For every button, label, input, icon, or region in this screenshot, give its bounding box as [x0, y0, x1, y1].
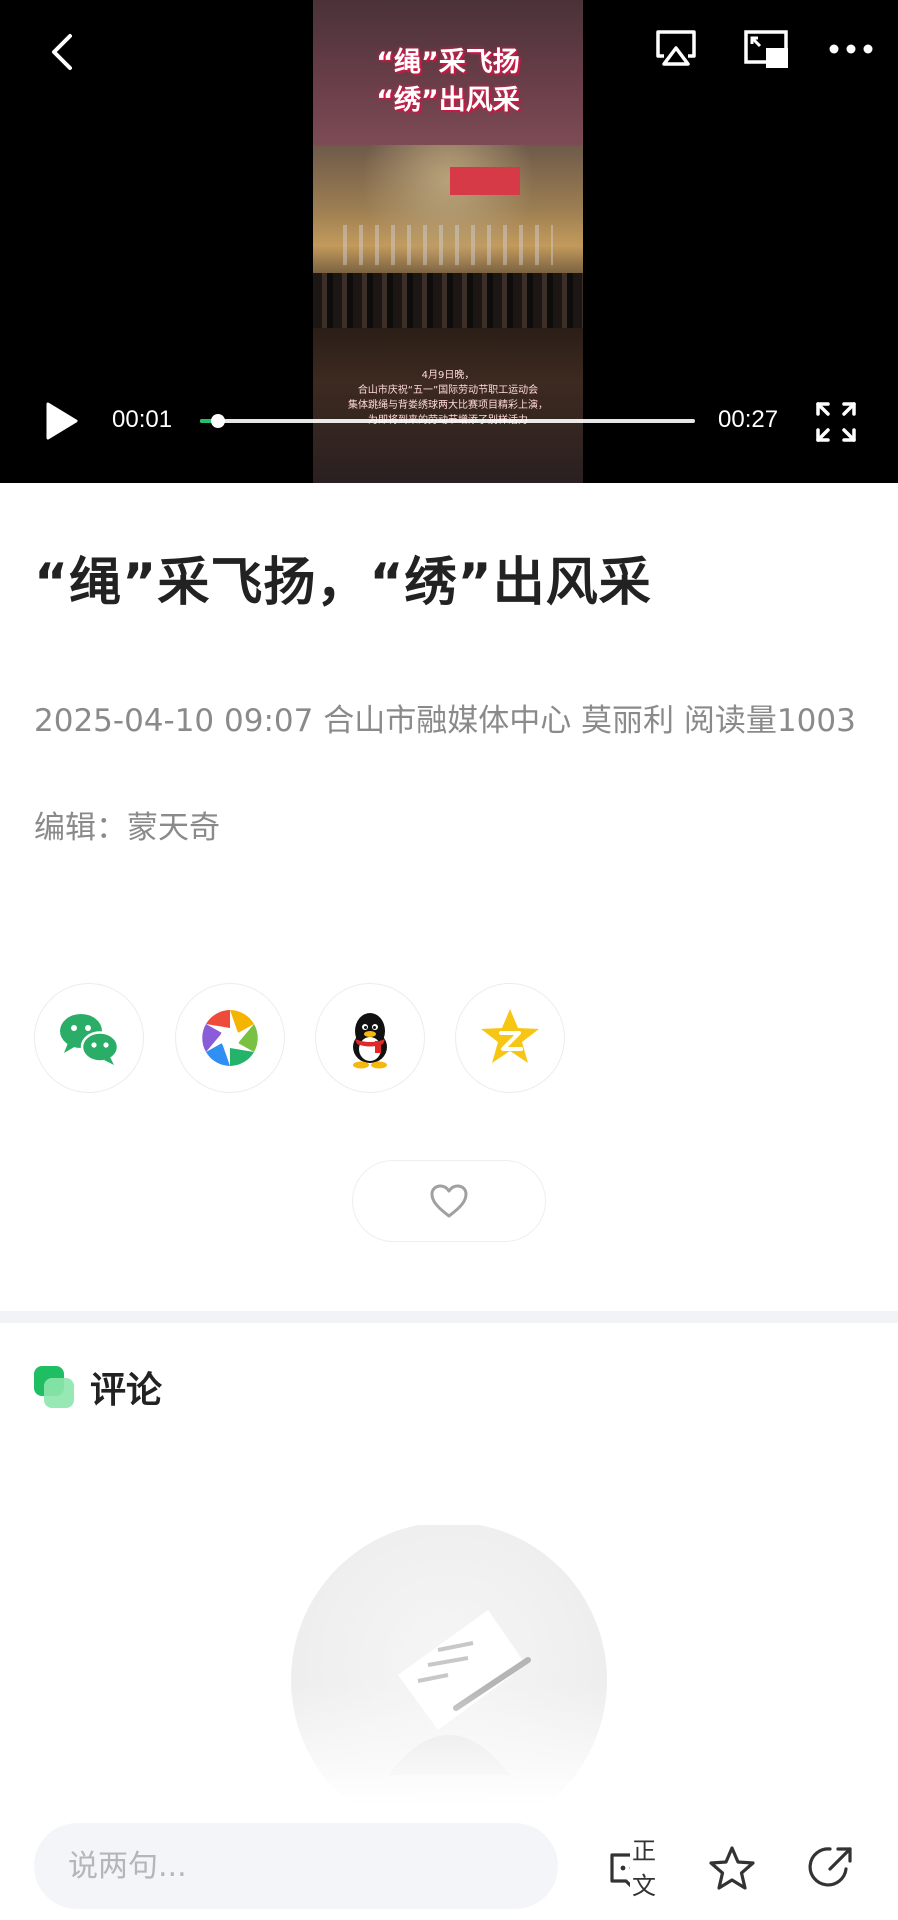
like-button[interactable]	[352, 1160, 546, 1242]
video-frame-caption: 4月9日晚，	[421, 370, 475, 381]
article-headline: “绳”采飞扬，“绣”出风采	[34, 553, 652, 613]
share-qq-button[interactable]	[315, 983, 425, 1093]
picture-in-picture-icon[interactable]	[744, 30, 788, 68]
video-player[interactable]: “绳”采飞扬 “绣”出风采 4月9日晚， 合山市庆祝“五一”国际劳动节职工运动会…	[0, 0, 898, 483]
video-progress-knob[interactable]	[211, 414, 226, 428]
airplay-icon[interactable]	[654, 28, 698, 68]
star-icon[interactable]	[708, 1845, 756, 1891]
bottom-bar: 正文	[0, 1805, 898, 1920]
more-icon[interactable]	[826, 34, 876, 64]
play-icon[interactable]	[42, 400, 80, 442]
article-meta: 2025-04-10 09:07 合山市融媒体中心 莫丽利 阅读量1003	[34, 703, 856, 739]
video-frame-title-line2: “绣”出风采	[376, 85, 520, 116]
video-frame: “绳”采飞扬 “绣”出风采 4月9日晚， 合山市庆祝“五一”国际劳动节职工运动会…	[313, 0, 583, 483]
current-time: 00:01	[112, 406, 173, 433]
moments-icon	[202, 1010, 258, 1066]
qzone-icon	[481, 1009, 539, 1063]
share-icon[interactable]	[808, 1843, 856, 1891]
video-frame-title-line1: “绳”采飞扬	[376, 47, 520, 78]
total-time: 00:27	[718, 406, 779, 433]
wechat-icon	[60, 1014, 120, 1065]
comments-title: 评论	[90, 1370, 163, 1411]
share-qzone-button[interactable]	[455, 983, 565, 1093]
video-frame-caption: 集体跳绳与背娄绣球两大比赛项目精彩上演，	[348, 400, 548, 411]
comments-mark-icon	[34, 1366, 76, 1408]
back-icon[interactable]	[44, 32, 80, 72]
video-frame-title-area: “绳”采飞扬 “绣”出风采	[313, 0, 583, 145]
video-progress-bar[interactable]	[200, 414, 695, 428]
comment-input[interactable]	[34, 1823, 558, 1909]
article-text-button[interactable]: 正文	[608, 1831, 678, 1901]
video-frame-caption: 合山市庆祝“五一”国际劳动节职工运动会	[357, 385, 539, 396]
heart-icon	[430, 1184, 468, 1218]
fullscreen-icon[interactable]	[814, 400, 858, 444]
article-editor: 编辑：蒙天奇	[34, 810, 220, 846]
qq-icon	[353, 1013, 387, 1069]
empty-comments-illustration-icon	[288, 1525, 610, 1805]
article-text-label: 正文	[630, 1831, 678, 1901]
share-moments-button[interactable]	[175, 983, 285, 1093]
video-frame-caption-area: 4月9日晚， 合山市庆祝“五一”国际劳动节职工运动会 集体跳绳与背娄绣球两大比赛…	[313, 328, 583, 483]
video-frame-photo	[313, 145, 583, 328]
comments-header: 评论	[34, 1364, 163, 1411]
share-wechat-button[interactable]	[34, 983, 144, 1093]
section-divider	[0, 1311, 898, 1323]
